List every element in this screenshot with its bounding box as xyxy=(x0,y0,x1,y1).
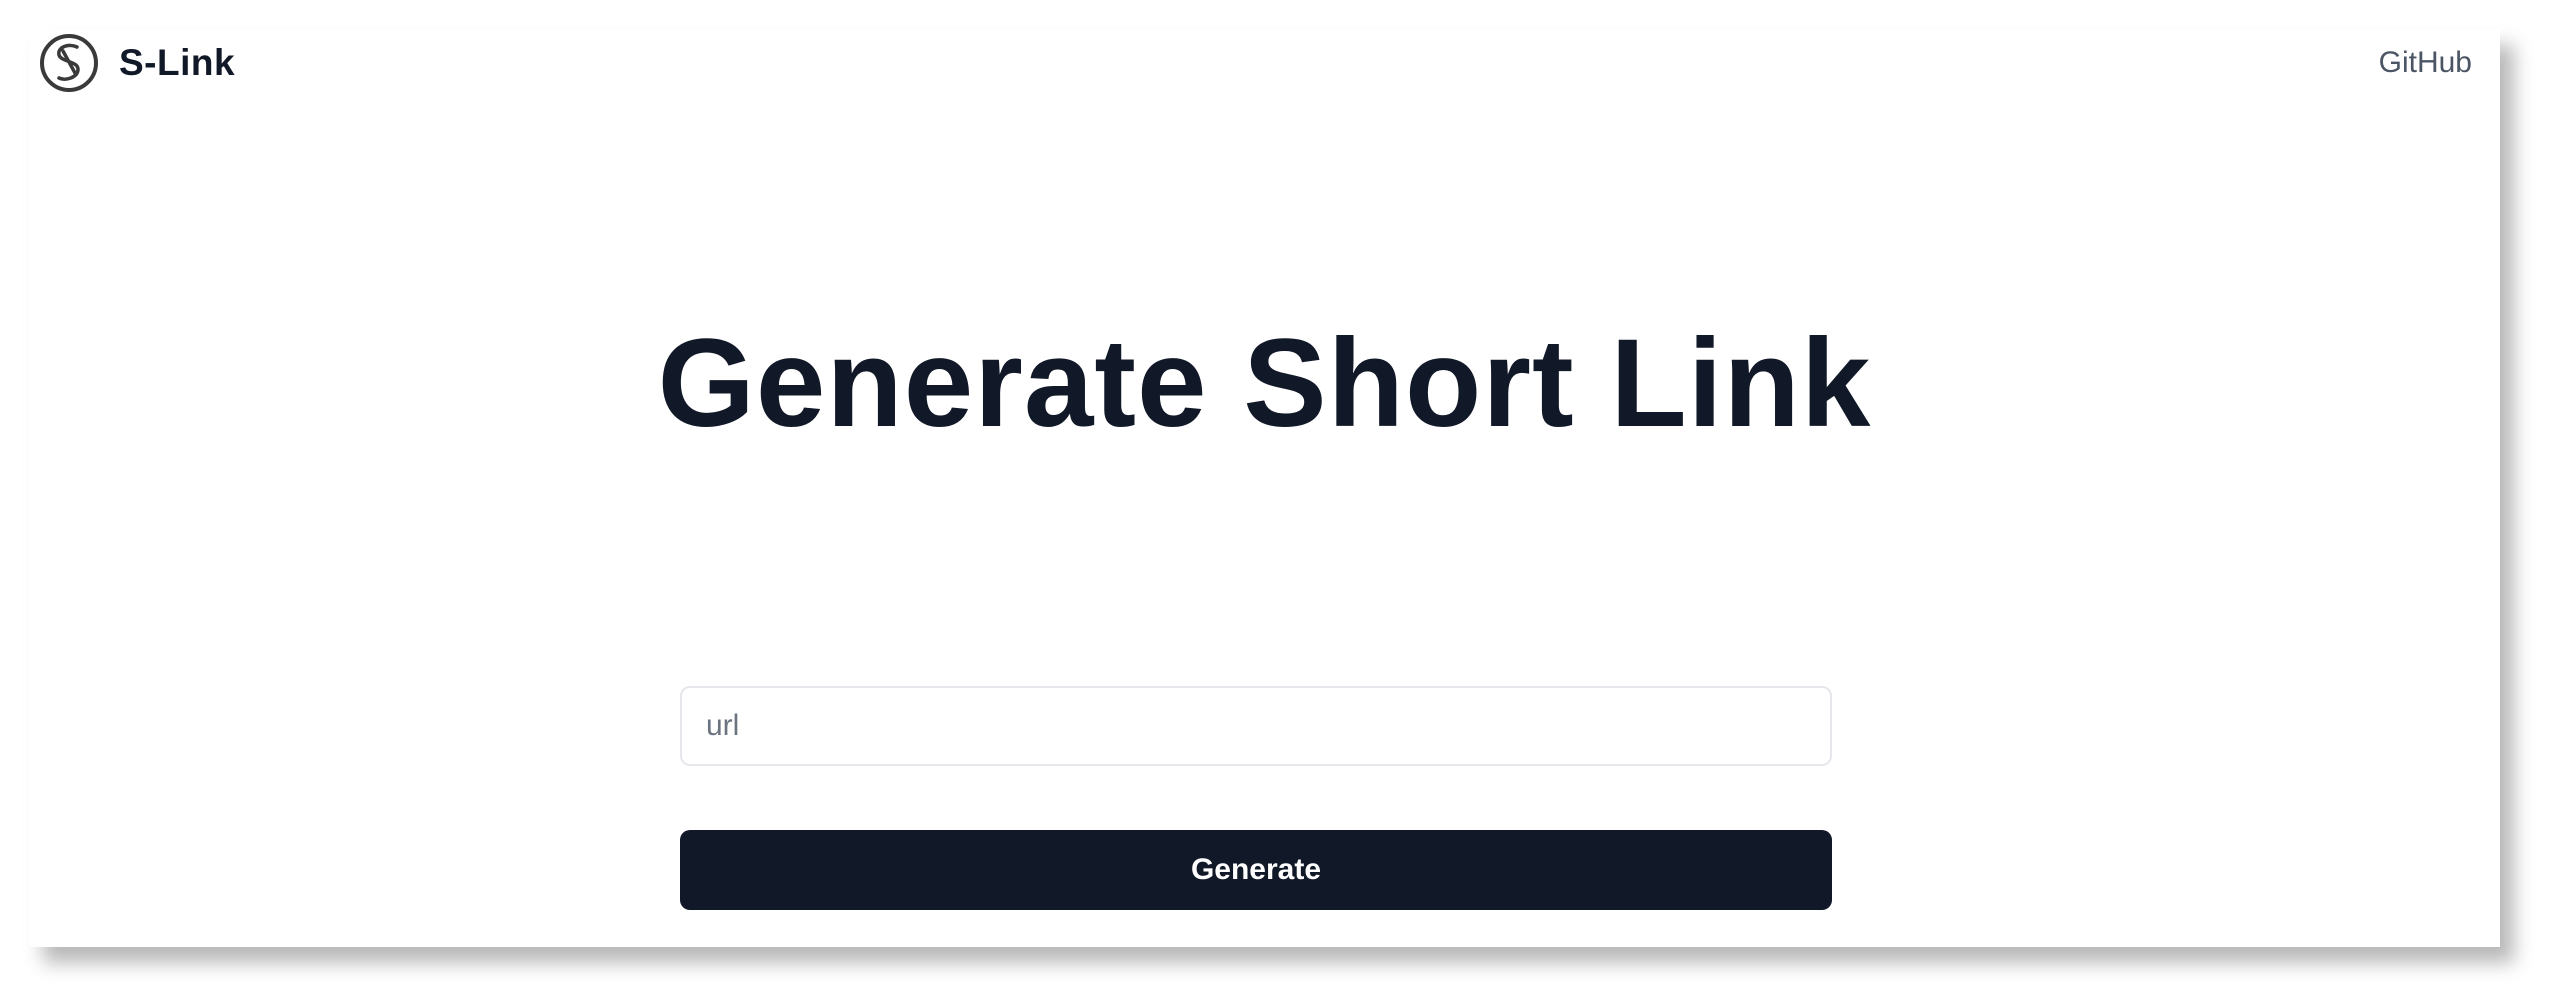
brand-name: S-Link xyxy=(119,42,236,83)
page: S-Link GitHub Generate Short Link Genera… xyxy=(29,29,2500,947)
site-header: S-Link GitHub xyxy=(29,29,2500,99)
s-circle-logo-icon xyxy=(40,34,98,92)
shorten-form: Generate xyxy=(680,686,1832,910)
brand[interactable]: S-Link xyxy=(39,33,235,93)
url-input[interactable] xyxy=(680,686,1832,766)
github-link[interactable]: GitHub xyxy=(2379,46,2472,80)
page-title: Generate Short Link xyxy=(657,314,1872,453)
generate-button[interactable]: Generate xyxy=(680,830,1832,910)
